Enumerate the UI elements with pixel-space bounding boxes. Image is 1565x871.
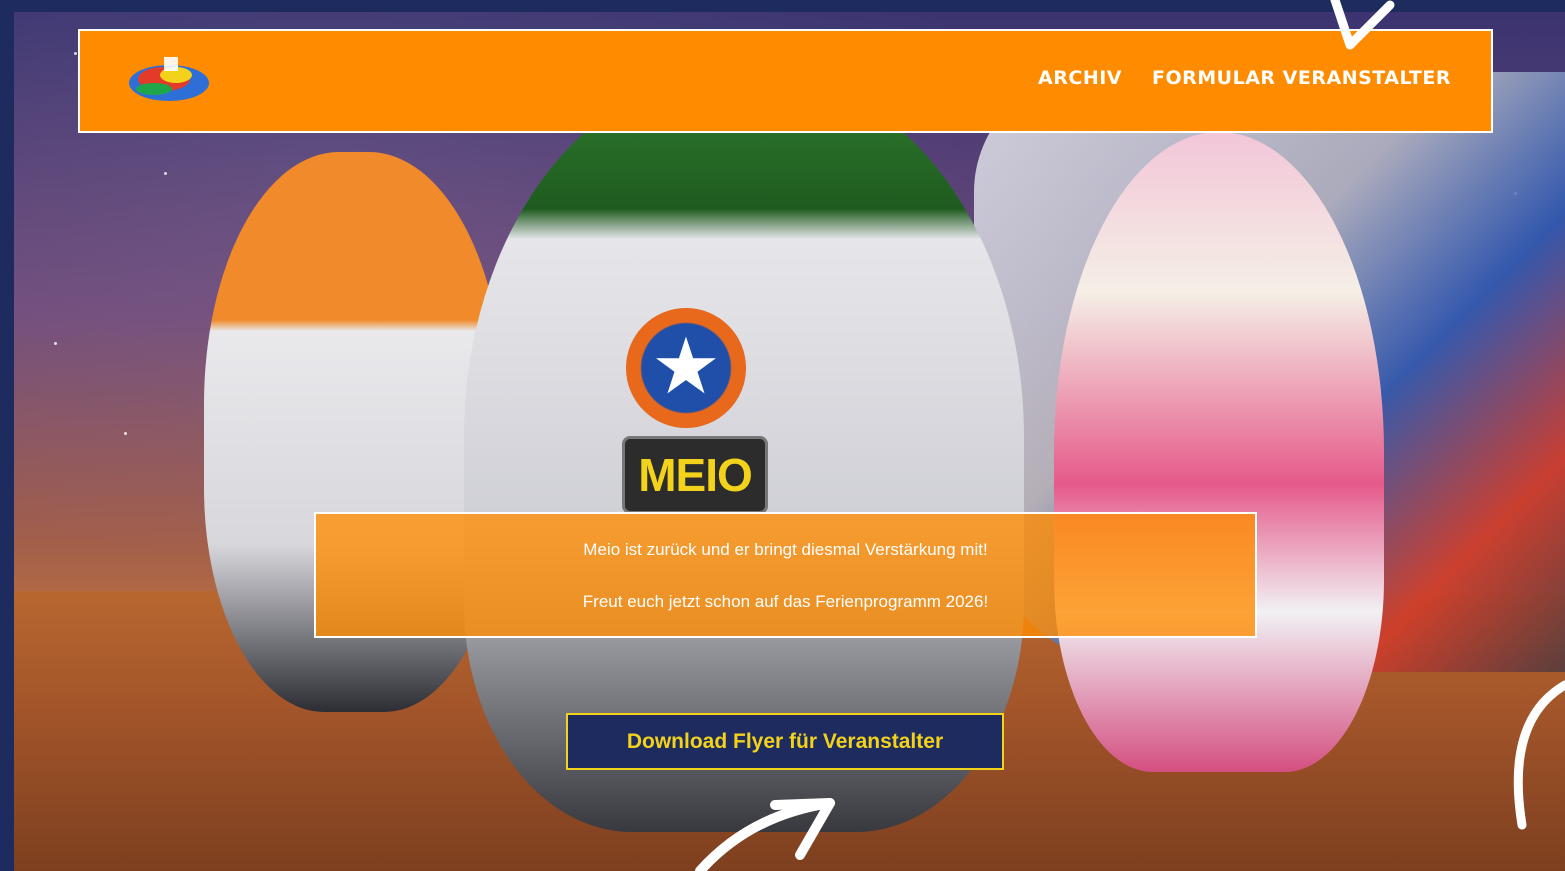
announcement-box: Meio ist zurück und er bringt diesmal Ve… [314, 512, 1257, 638]
announcement-line-2: Freut euch jetzt schon auf das Ferienpro… [582, 592, 989, 611]
star-emblem-icon: ★ [626, 308, 746, 428]
download-flyer-button[interactable]: Download Flyer für Veranstalter [566, 713, 1004, 770]
announcement-line-1: Meio ist zurück und er bringt diesmal Ve… [583, 540, 988, 559]
arrow-up-decoration-icon [695, 798, 835, 871]
bunny-astronaut-illustration [1054, 132, 1384, 772]
nav-formular-veranstalter-link[interactable]: FORMULAR VERANSTALTER [1152, 67, 1451, 89]
curve-decoration-icon [1513, 680, 1565, 830]
arrow-down-decoration-icon [1330, 0, 1395, 50]
colorful-rocket-logo-icon[interactable] [124, 49, 214, 109]
nav-archiv-link[interactable]: ARCHIV [1038, 67, 1122, 89]
main-navigation: ARCHIV FORMULAR VERANSTALTER [1038, 67, 1451, 89]
meio-badge: MEIO [622, 436, 768, 514]
site-header: ARCHIV FORMULAR VERANSTALTER [78, 29, 1493, 133]
